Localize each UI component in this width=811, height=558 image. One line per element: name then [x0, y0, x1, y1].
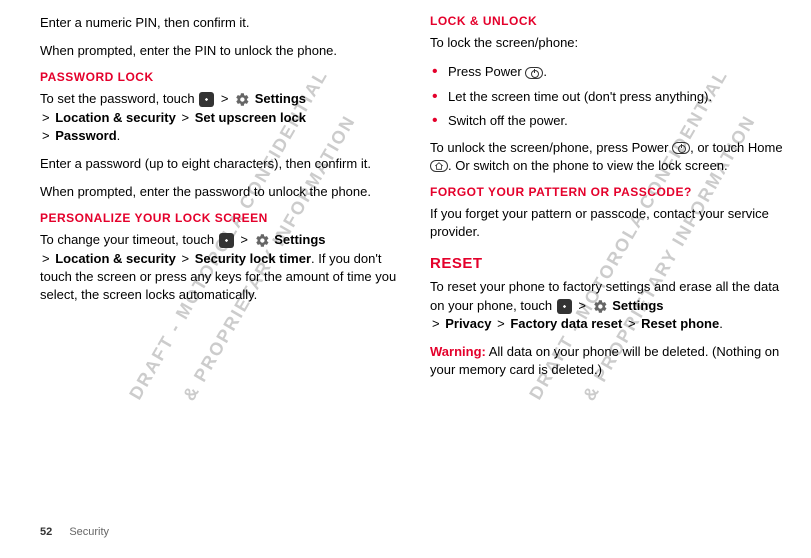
breadcrumb-gt: >: [42, 251, 50, 266]
text: , or touch Home: [690, 140, 783, 155]
menu-path: Location & security: [55, 110, 176, 125]
heading-lock-unlock: LOCK & UNLOCK: [430, 14, 790, 28]
menu-path: Set upscreen lock: [195, 110, 306, 125]
settings-label: Settings: [274, 232, 325, 247]
left-column: Enter a numeric PIN, then confirm it. Wh…: [40, 14, 400, 534]
page-number: 52: [40, 526, 52, 538]
section-name: Security: [69, 526, 109, 538]
warning-label: Warning:: [430, 344, 486, 359]
menu-path: Reset phone: [641, 316, 719, 331]
paragraph: Enter a password (up to eight characters…: [40, 155, 400, 173]
menu-path: Location & security: [55, 251, 176, 266]
right-column: LOCK & UNLOCK To lock the screen/phone: …: [430, 14, 790, 534]
menu-path: Privacy: [445, 316, 491, 331]
menu-path: Factory data reset: [510, 316, 622, 331]
settings-label: Settings: [612, 298, 663, 313]
list-item: Press Power .: [430, 62, 790, 82]
paragraph: If you forget your pattern or passcode, …: [430, 205, 790, 241]
paragraph: To reset your phone to factory settings …: [430, 278, 790, 333]
text: .: [719, 316, 723, 331]
text: Press Power: [448, 64, 525, 79]
bullet-list: Press Power . Let the screen time out (d…: [430, 62, 790, 131]
breadcrumb-gt: >: [240, 232, 248, 247]
apps-icon: [199, 92, 214, 107]
apps-icon: [557, 299, 572, 314]
paragraph: Enter a numeric PIN, then confirm it.: [40, 14, 400, 32]
breadcrumb-gt: >: [497, 316, 505, 331]
breadcrumb-gt: >: [42, 128, 50, 143]
breadcrumb-gt: >: [42, 110, 50, 125]
home-icon: [430, 160, 448, 172]
paragraph: To unlock the screen/phone, press Power …: [430, 139, 790, 175]
breadcrumb-gt: >: [181, 251, 189, 266]
list-item: Let the screen time out (don't press any…: [430, 87, 790, 107]
breadcrumb-gt: >: [578, 298, 586, 313]
settings-label: Settings: [255, 91, 306, 106]
paragraph: To change your timeout, touch > Settings…: [40, 231, 400, 304]
menu-path: Password: [55, 128, 116, 143]
text: To change your timeout, touch: [40, 232, 218, 247]
power-icon: [525, 67, 543, 79]
paragraph: When prompted, enter the password to unl…: [40, 183, 400, 201]
text: . Or switch on the phone to view the loc…: [448, 158, 728, 173]
gear-icon: [235, 92, 250, 107]
paragraph: To set the password, touch > Settings > …: [40, 90, 400, 145]
apps-icon: [219, 233, 234, 248]
page-footer: 52 Security: [40, 526, 109, 538]
text: .: [543, 64, 547, 79]
breadcrumb-gt: >: [221, 91, 229, 106]
gear-icon: [255, 233, 270, 248]
breadcrumb-gt: >: [628, 316, 636, 331]
gear-icon: [593, 299, 608, 314]
paragraph: When prompted, enter the PIN to unlock t…: [40, 42, 400, 60]
paragraph: To lock the screen/phone:: [430, 34, 790, 52]
heading-reset: RESET: [430, 255, 790, 272]
breadcrumb-gt: >: [181, 110, 189, 125]
text: To set the password, touch: [40, 91, 198, 106]
heading-personalize: PERSONALIZE YOUR LOCK SCREEN: [40, 211, 400, 225]
heading-forgot: FORGOT YOUR PATTERN OR PASSCODE?: [430, 185, 790, 199]
paragraph: Warning: All data on your phone will be …: [430, 343, 790, 379]
power-icon: [672, 142, 690, 154]
list-item: Switch off the power.: [430, 111, 790, 131]
text: To unlock the screen/phone, press Power: [430, 140, 672, 155]
breadcrumb-gt: >: [432, 316, 440, 331]
text: .: [117, 128, 121, 143]
menu-path: Security lock timer: [195, 251, 311, 266]
heading-password-lock: PASSWORD LOCK: [40, 70, 400, 84]
